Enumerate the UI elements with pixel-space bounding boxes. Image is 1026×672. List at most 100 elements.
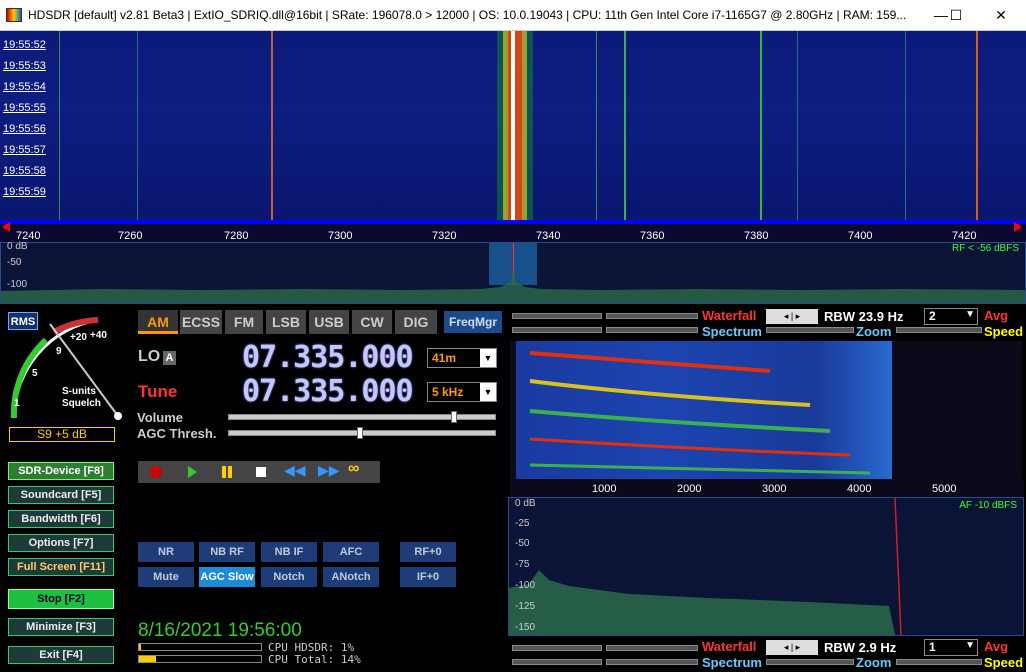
s-meter[interactable]: RMS +40 +20 9 5 1 S-units Squelch S9 +5 …	[6, 310, 124, 442]
zoom-label: Zoom	[856, 324, 892, 339]
top-slider-1[interactable]	[512, 313, 602, 319]
app-icon	[6, 8, 22, 22]
volume-label: Volume	[137, 410, 183, 425]
step-value: 5 kHz	[432, 385, 464, 399]
scale-tick: 7260	[118, 230, 143, 242]
exit-button[interactable]: Exit [F4]	[8, 646, 114, 664]
audio-tick: 3000	[762, 483, 787, 495]
freqmgr-button[interactable]: FreqMgr	[444, 311, 502, 333]
zoom-slider[interactable]	[766, 659, 854, 665]
avg-label: Avg	[984, 308, 1009, 323]
audio-scale: 1000 2000 3000 4000 5000	[510, 479, 1024, 497]
minimize-app-button[interactable]: Minimize [F3]	[8, 618, 114, 636]
notch-button[interactable]: Notch	[261, 567, 317, 587]
step-select[interactable]: 5 kHz ▼	[427, 382, 497, 402]
audio-db-label: -25	[515, 518, 530, 529]
speed-slider[interactable]	[896, 327, 982, 333]
scroll-right-arrow[interactable]	[1014, 222, 1022, 232]
rbw-label: RBW 23.9 Hz	[824, 309, 904, 324]
timestamp: 19:55:56	[3, 123, 46, 135]
frequency-scale[interactable]: 7240 7260 7280 7300 7320 7340 7360 7380 …	[0, 220, 1026, 242]
bottom-slider-1[interactable]	[512, 645, 602, 651]
mode-fm-button[interactable]: FM	[225, 310, 263, 334]
loop-icon[interactable]: ∞	[348, 460, 359, 478]
waterfall-signals	[59, 31, 978, 220]
anotch-button[interactable]: ANotch	[323, 567, 379, 587]
lo-a-button[interactable]: A	[163, 351, 176, 365]
agc-thresh-label: AGC Thresh.	[137, 426, 217, 441]
db-label: -50	[7, 257, 22, 268]
top-slider-3[interactable]	[512, 327, 602, 333]
audio-waterfall[interactable]	[510, 341, 1022, 479]
record-icon[interactable]	[150, 466, 162, 478]
stop-button[interactable]: Stop [F2]	[8, 589, 114, 609]
rbw-label: RBW 2.9 Hz	[824, 640, 897, 655]
zoom-slider[interactable]	[766, 327, 854, 333]
if-gain-button[interactable]: IF+0	[400, 567, 456, 587]
timestamp: 19:55:52	[3, 39, 46, 51]
bottom-slider-2[interactable]	[606, 645, 698, 651]
scale-label: 5	[32, 368, 38, 379]
agc-slow-button[interactable]: AGC Slow	[199, 567, 255, 587]
close-button[interactable]: ✕	[990, 5, 1012, 25]
zoom-label: Zoom	[856, 655, 892, 670]
mode-cw-button[interactable]: CW	[352, 310, 392, 334]
maximize-button[interactable]: ☐	[945, 5, 967, 25]
soundcard-button[interactable]: Soundcard [F5]	[8, 486, 114, 504]
chevron-down-icon: ▼	[965, 640, 975, 651]
avg-select[interactable]: 2 ▼	[924, 308, 978, 325]
top-slider-2[interactable]	[606, 313, 698, 319]
avg-select[interactable]: 1 ▼	[924, 639, 978, 656]
slider-knob[interactable]	[357, 427, 363, 439]
slider-knob[interactable]	[451, 411, 457, 423]
mode-am-button[interactable]: AM	[138, 310, 178, 334]
fullscreen-button[interactable]: Full Screen [F11]	[8, 558, 114, 576]
mode-usb-button[interactable]: USB	[309, 310, 349, 334]
afc-button[interactable]: AFC	[323, 542, 379, 562]
tune-frequency[interactable]: 07.335.000	[242, 374, 414, 409]
speed-slider[interactable]	[896, 659, 982, 665]
spectrum-trace	[1, 267, 1025, 303]
agc-thresh-slider[interactable]	[228, 427, 496, 439]
band-value: 41m	[432, 351, 457, 365]
chevron-down-icon: ▼	[480, 383, 496, 401]
timestamp: 19:55:53	[3, 60, 46, 72]
audio-db-label: -125	[515, 601, 536, 612]
bandwidth-button[interactable]: Bandwidth [F6]	[8, 510, 114, 528]
nr-button[interactable]: NR	[138, 542, 194, 562]
s-units-label: S-units	[62, 386, 96, 397]
avg-value: 2	[929, 309, 936, 323]
rewind-icon[interactable]: ◀◀	[284, 462, 306, 479]
lo-frequency[interactable]: 07.335.000	[242, 340, 414, 375]
mute-button[interactable]: Mute	[138, 567, 194, 587]
forward-icon[interactable]: ▶▶	[318, 462, 340, 479]
sdr-device-button[interactable]: SDR-Device [F8]	[8, 462, 114, 480]
main-waterfall[interactable]: 19:55:52 19:55:53 19:55:54 19:55:55 19:5…	[0, 31, 1026, 220]
scroll-left-arrow[interactable]	[2, 222, 10, 232]
avg-label: Avg	[984, 639, 1009, 654]
rf-spectrum[interactable]: 0 dB -50 -100 RF < -56 dBFS	[0, 241, 1026, 304]
nb-rf-button[interactable]: NB RF	[199, 542, 255, 562]
bottom-slider-4[interactable]	[606, 659, 698, 665]
waterfall-stepper[interactable]: ◂ | ▸	[766, 640, 818, 655]
mode-lsb-button[interactable]: LSB	[266, 310, 306, 334]
mode-ecss-button[interactable]: ECSS	[180, 310, 222, 334]
band-select[interactable]: 41m ▼	[427, 348, 497, 368]
rf-gain-button[interactable]: RF+0	[400, 542, 456, 562]
scale-tick: 7420	[952, 230, 977, 242]
transport-bar: ◀◀ ▶▶ ∞	[138, 460, 380, 483]
top-slider-4[interactable]	[606, 327, 698, 333]
audio-tick: 1000	[592, 483, 617, 495]
mode-dig-button[interactable]: DIG	[395, 310, 437, 334]
speed-label: Speed	[984, 324, 1024, 339]
speed-label: Speed	[984, 655, 1024, 670]
pause-icon[interactable]	[222, 466, 226, 478]
options-button[interactable]: Options [F7]	[8, 534, 114, 552]
stop-icon[interactable]	[256, 467, 266, 477]
play-icon[interactable]	[188, 466, 197, 478]
bottom-slider-3[interactable]	[512, 659, 602, 665]
waterfall-stepper[interactable]: ◂ | ▸	[766, 309, 818, 324]
volume-slider[interactable]	[228, 411, 496, 423]
nb-if-button[interactable]: NB IF	[261, 542, 317, 562]
audio-spectrum[interactable]: 0 dB -25 -50 -75 -100 -125 -150 AF -10 d…	[508, 497, 1024, 636]
